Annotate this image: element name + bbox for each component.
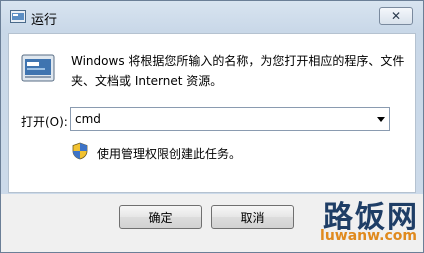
run-icon bbox=[10, 10, 26, 23]
title-bar[interactable]: 运行 ✕ bbox=[1, 1, 423, 33]
run-program-icon bbox=[21, 54, 55, 82]
chevron-down-icon[interactable] bbox=[377, 117, 385, 122]
close-button[interactable]: ✕ bbox=[379, 7, 413, 25]
command-combobox[interactable]: cmd bbox=[70, 107, 390, 131]
admin-note: 使用管理权限创建此任务。 bbox=[97, 147, 242, 161]
open-label: 打开(O): bbox=[21, 115, 68, 129]
dialog-body: Windows 将根据您所输入的名称，为您打开相应的程序、文件夹、文档或 Int… bbox=[8, 33, 416, 193]
close-icon: ✕ bbox=[390, 9, 402, 23]
watermark-domain: luwanw.com bbox=[320, 228, 417, 244]
run-dialog: 运行 ✕ Windows 将根据您所输入的名称，为您打开相应的程序、文件夹、文档… bbox=[0, 0, 424, 253]
ok-button[interactable]: 确定 bbox=[119, 205, 202, 229]
uac-shield-icon bbox=[72, 142, 88, 160]
watermark: 路饭网 luwanw.com bbox=[253, 192, 423, 252]
command-input[interactable]: cmd bbox=[75, 112, 101, 126]
description-text: Windows 将根据您所输入的名称，为您打开相应的程序、文件夹、文档或 Int… bbox=[71, 54, 405, 88]
window-title: 运行 bbox=[31, 13, 58, 28]
